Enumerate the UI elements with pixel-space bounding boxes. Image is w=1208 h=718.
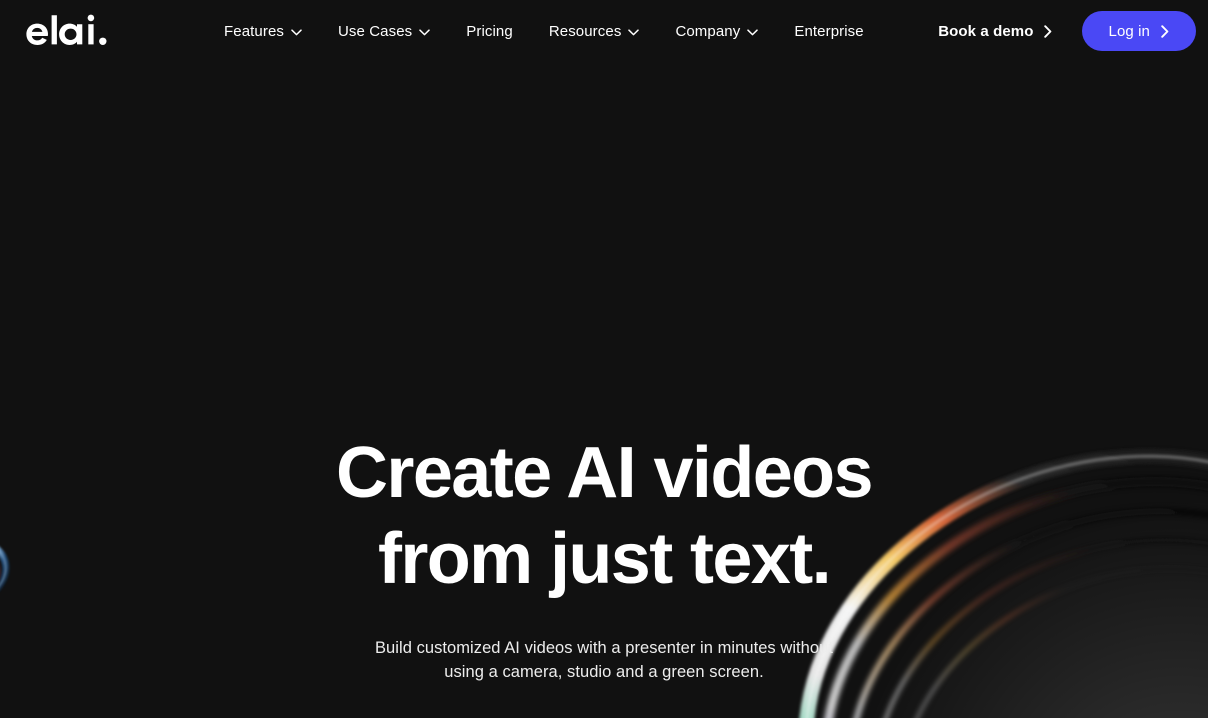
chevron-right-icon (1043, 24, 1051, 38)
nav-item-label: Use Cases (338, 22, 413, 40)
nav-item-label: Company (675, 22, 741, 40)
brand-logo[interactable] (24, 14, 112, 48)
nav-item-resources[interactable]: Resources (549, 24, 640, 39)
nav-item-pricing[interactable]: Pricing (466, 24, 513, 39)
site-header: Features Use Cases Pricing Resources Com… (0, 0, 1208, 62)
chevron-down-icon (628, 28, 640, 35)
book-a-demo-link[interactable]: Book a demo (938, 23, 1051, 40)
hero-title-line-1: Create AI videos (336, 433, 874, 513)
hero-title-line-2: from just text. (377, 519, 832, 599)
book-a-demo-label: Book a demo (938, 22, 1034, 40)
login-button[interactable]: Log in (1081, 11, 1196, 51)
chevron-down-icon (747, 28, 759, 35)
hero-subtitle-line-1: Build customized AI videos with a presen… (375, 639, 833, 657)
nav-item-enterprise[interactable]: Enterprise (794, 24, 863, 39)
chevron-down-icon (419, 28, 431, 35)
chevron-down-icon (291, 28, 302, 35)
nav-item-features[interactable]: Features (224, 24, 302, 39)
nav-item-company[interactable]: Company (675, 22, 759, 40)
login-button-label: Log in (1108, 22, 1150, 40)
header-actions: Book a demo Log in (938, 11, 1196, 51)
hero-subtitle: Build customized AI videos with a presen… (0, 636, 1208, 684)
chevron-right-icon (1161, 24, 1169, 38)
elai-logo-icon (26, 14, 107, 45)
hero-section: Create AI videos from just text. Build c… (0, 62, 1208, 684)
page-title: Create AI videos from just text. (0, 430, 1208, 602)
nav-item-use-cases[interactable]: Use Cases (338, 22, 431, 40)
nav-item-label: Enterprise (794, 22, 864, 40)
nav-item-label: Features (224, 22, 284, 40)
nav-item-label: Pricing (466, 22, 513, 40)
nav-item-label: Resources (548, 22, 622, 40)
hero-subtitle-line-2: using a camera, studio and a green scree… (444, 663, 764, 681)
primary-navigation: Features Use Cases Pricing Resources Com… (224, 24, 864, 39)
